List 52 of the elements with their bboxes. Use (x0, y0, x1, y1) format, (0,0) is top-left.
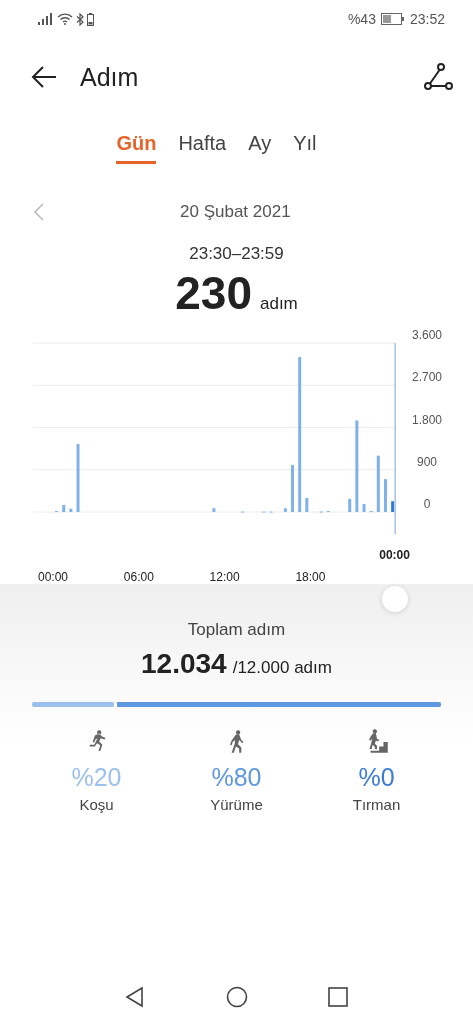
total-label: Toplam adım (187, 620, 286, 640)
bluetooth-icon (76, 12, 84, 26)
period-tab[interactable]: Ay (248, 132, 272, 164)
y-axis-label: 1.800 (412, 412, 442, 427)
chart-bar (348, 498, 352, 512)
period-tab[interactable]: Hafta (178, 132, 227, 164)
chart-bar (76, 443, 80, 512)
activity-label: Tırman (352, 796, 401, 813)
chart-bar (305, 497, 309, 512)
chart-bar (391, 501, 395, 512)
slider-handle[interactable] (382, 586, 408, 612)
home-nav-button[interactable] (225, 986, 248, 1008)
back-nav-button[interactable] (124, 986, 146, 1008)
x-axis-label: 12:00 (209, 570, 240, 584)
battery-icon (380, 13, 405, 25)
activity-label: Yürüme (210, 796, 263, 813)
period-tab[interactable]: Yıl (293, 132, 317, 164)
activity-percent: %20 (71, 763, 122, 792)
chart-bar (384, 479, 387, 512)
time-range: 23:30–23:59 (188, 244, 285, 264)
chart-bar (69, 508, 73, 512)
x-axis-label: 06:00 (123, 570, 154, 584)
activity-percent: %0 (358, 763, 395, 792)
recents-nav-button[interactable] (327, 986, 349, 1008)
share-button[interactable] (423, 62, 453, 92)
y-axis-label: 3.600 (412, 328, 442, 342)
x-axis-label: 00:00 (38, 570, 68, 584)
battery-icon (87, 12, 94, 26)
battery-percent: %43 (347, 11, 376, 27)
step-goal: /12.000 adım (232, 658, 332, 678)
activity-percent: %80 (211, 763, 262, 792)
y-axis-label: 900 (417, 454, 437, 469)
clock: 23:52 (409, 11, 445, 27)
step-value: 230 (175, 266, 252, 320)
y-axis-label: 0 (423, 497, 431, 511)
selected-time-label: 00:00 (379, 548, 410, 562)
signal-icon (38, 13, 54, 25)
back-button[interactable] (30, 65, 58, 89)
chart-bar (376, 455, 380, 512)
chart-bar (362, 504, 366, 512)
date-label: 20 Şubat 2021 (180, 202, 291, 222)
page-title: Adım (80, 62, 140, 92)
step-unit: adım (259, 294, 298, 314)
chart-bar (62, 504, 66, 512)
x-axis-label: 18:00 (295, 570, 326, 584)
chart-bar (291, 465, 294, 512)
wifi-icon (57, 13, 73, 25)
chart-bar (283, 508, 287, 512)
activity-label: Koşu (79, 796, 114, 813)
chart-bar (212, 508, 216, 512)
y-axis-label: 2.700 (412, 370, 442, 385)
total-steps: 12.034 (141, 648, 227, 680)
